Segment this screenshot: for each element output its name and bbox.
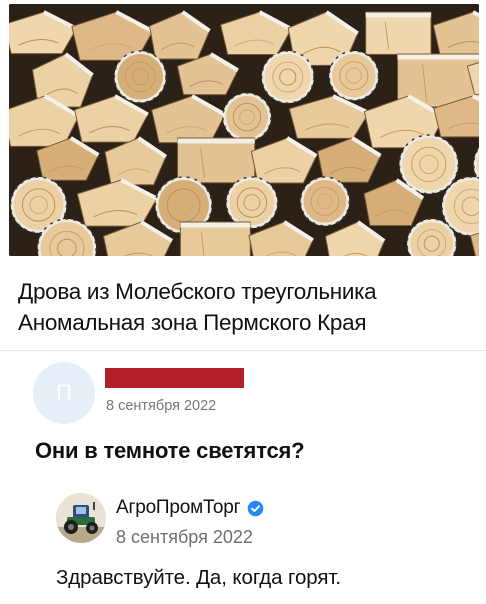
agropromtorg-avatar[interactable] — [56, 493, 106, 543]
post-caption: Дрова из Молебского треугольника Аномаль… — [18, 276, 478, 338]
divider — [0, 350, 486, 351]
avatar-letter: П — [56, 380, 72, 405]
tractor-icon — [56, 493, 106, 543]
reply-author[interactable]: АгроПромТорг — [116, 497, 241, 519]
caption-line-1: Дрова из Молебского треугольника — [18, 279, 377, 304]
reply-header: АгроПромТорг — [116, 497, 264, 519]
reply-text: Здравствуйте. Да, когда горят. — [56, 566, 341, 589]
firewood-image — [9, 4, 479, 256]
commenter-avatar[interactable]: П — [33, 362, 95, 424]
caption-line-2: Аномальная зона Пермского Края — [18, 310, 367, 335]
post-photo[interactable] — [9, 4, 479, 256]
comment-date[interactable]: 8 сентября 2022 — [106, 398, 216, 414]
comment-text: Они в темноте светятся? — [35, 438, 305, 463]
verified-badge-icon — [248, 500, 264, 516]
redacted-author-name — [105, 368, 244, 388]
reply-date[interactable]: 8 сентября 2022 — [116, 527, 253, 548]
